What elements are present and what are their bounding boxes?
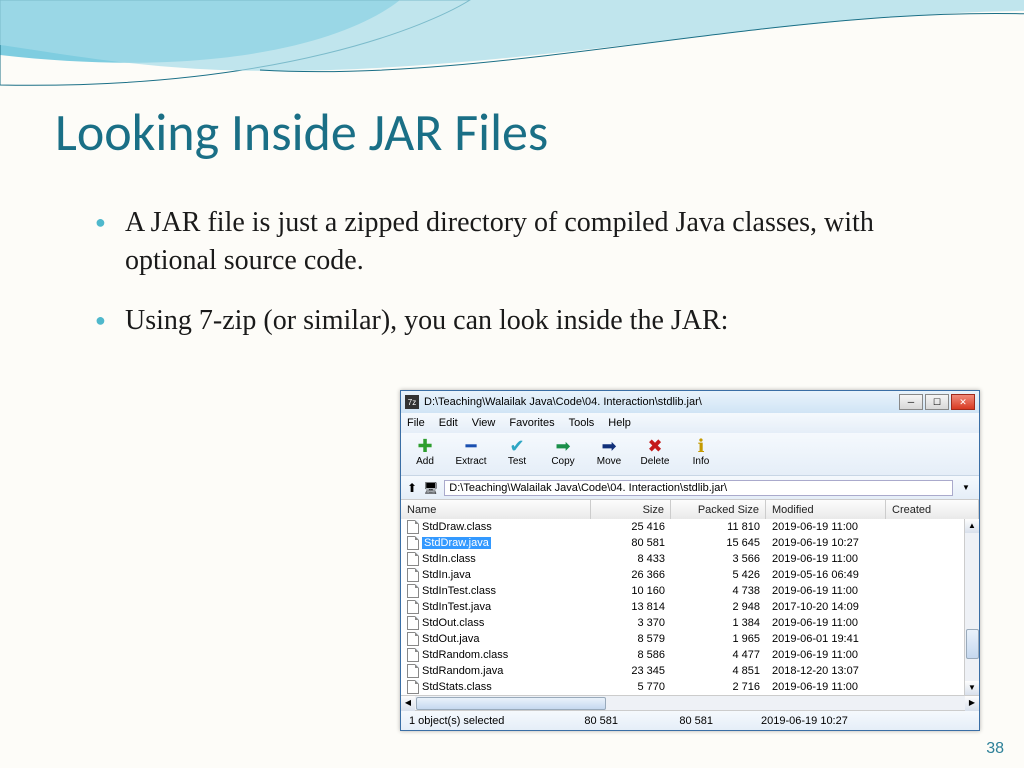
file-icon [407, 536, 419, 550]
file-icon [407, 584, 419, 598]
file-row[interactable]: StdInTest.java13 8142 9482017-10-20 14:0… [401, 599, 979, 615]
menu-file[interactable]: File [407, 417, 425, 429]
file-icon [407, 632, 419, 646]
file-icon [407, 616, 419, 630]
status-size2: 80 581 [626, 715, 721, 727]
minimize-button[interactable]: ─ [899, 394, 923, 410]
status-modified: 2019-06-19 10:27 [721, 715, 979, 727]
toolbar-move-button[interactable]: ➡Move [591, 436, 627, 467]
column-created[interactable]: Created [886, 500, 979, 519]
file-row[interactable]: StdIn.java26 3665 4262019-05-16 06:49 [401, 567, 979, 583]
menu-view[interactable]: View [472, 417, 496, 429]
page-number: 38 [986, 740, 1004, 758]
sevenzip-window: 7z D:\Teaching\Walailak Java\Code\04. In… [400, 390, 980, 731]
status-selected: 1 object(s) selected [401, 715, 531, 727]
file-row[interactable]: StdStats.class5 7702 7162019-06-19 11:00 [401, 679, 979, 695]
slide-title: Looking Inside JAR Files [55, 100, 969, 164]
file-row[interactable]: StdDraw.class25 41611 8102019-06-19 11:0… [401, 519, 979, 535]
file-list: StdDraw.class25 41611 8102019-06-19 11:0… [401, 519, 979, 695]
scroll-down-icon[interactable]: ▼ [965, 681, 979, 695]
column-packed[interactable]: Packed Size [671, 500, 766, 519]
file-row[interactable]: StdOut.class3 3701 3842019-06-19 11:00 [401, 615, 979, 631]
bullet-item: A JAR file is just a zipped directory of… [95, 204, 969, 280]
file-icon [407, 680, 419, 694]
vertical-scrollbar[interactable]: ▲ ▼ [964, 519, 979, 695]
file-row[interactable]: StdInTest.class10 1604 7382019-06-19 11:… [401, 583, 979, 599]
app-icon: 7z [405, 395, 419, 409]
maximize-button[interactable]: ☐ [925, 394, 949, 410]
file-icon [407, 648, 419, 662]
menu-help[interactable]: Help [608, 417, 631, 429]
toolbar-delete-button[interactable]: ✖Delete [637, 436, 673, 467]
menu-tools[interactable]: Tools [569, 417, 595, 429]
file-row[interactable]: StdRandom.class8 5864 4772019-06-19 11:0… [401, 647, 979, 663]
column-modified[interactable]: Modified [766, 500, 886, 519]
toolbar-extract-button[interactable]: ━Extract [453, 436, 489, 467]
scroll-left-icon[interactable]: ◀ [401, 696, 415, 711]
file-row[interactable]: StdOut.java8 5791 9652019-06-01 19:41 [401, 631, 979, 647]
toolbar-add-button[interactable]: ✚Add [407, 436, 443, 467]
toolbar: ✚Add ━Extract ✔Test ➡Copy ➡Move ✖Delete ℹInfo [401, 433, 979, 475]
menu-edit[interactable]: Edit [439, 417, 458, 429]
hscroll-thumb[interactable] [416, 697, 606, 710]
menu-favorites[interactable]: Favorites [509, 417, 554, 429]
file-row[interactable]: StdDraw.java80 58115 6452019-06-19 10:27 [401, 535, 979, 551]
close-button[interactable]: ✕ [951, 394, 975, 410]
path-bar: ⬆ 🖥 ▼ [401, 475, 979, 499]
file-icon [407, 664, 419, 678]
file-icon [407, 520, 419, 534]
file-icon [407, 600, 419, 614]
file-icon [407, 568, 419, 582]
file-row[interactable]: StdRandom.java23 3454 8512018-12-20 13:0… [401, 663, 979, 679]
toolbar-info-button[interactable]: ℹInfo [683, 436, 719, 467]
scroll-thumb[interactable] [966, 629, 979, 659]
file-icon [407, 552, 419, 566]
computer-icon[interactable]: 🖥 [423, 481, 438, 495]
column-size[interactable]: Size [591, 500, 671, 519]
horizontal-scrollbar[interactable]: ◀ ▶ [401, 695, 979, 710]
bullet-list: A JAR file is just a zipped directory of… [55, 204, 969, 339]
window-title-text: D:\Teaching\Walailak Java\Code\04. Inter… [424, 396, 899, 408]
status-size1: 80 581 [531, 715, 626, 727]
file-row[interactable]: StdIn.class8 4333 5662019-06-19 11:00 [401, 551, 979, 567]
bullet-item: Using 7-zip (or similar), you can look i… [95, 302, 969, 340]
column-name[interactable]: Name [401, 500, 591, 519]
toolbar-test-button[interactable]: ✔Test [499, 436, 535, 467]
path-input[interactable] [444, 480, 953, 496]
column-header-row: Name Size Packed Size Modified Created [401, 499, 979, 519]
path-dropdown-icon[interactable]: ▼ [959, 483, 973, 492]
scroll-up-icon[interactable]: ▲ [965, 519, 979, 533]
menu-bar: File Edit View Favorites Tools Help [401, 413, 979, 433]
toolbar-copy-button[interactable]: ➡Copy [545, 436, 581, 467]
window-titlebar: 7z D:\Teaching\Walailak Java\Code\04. In… [401, 391, 979, 413]
scroll-right-icon[interactable]: ▶ [965, 696, 979, 711]
up-folder-icon[interactable]: ⬆ [407, 481, 417, 495]
status-bar: 1 object(s) selected 80 581 80 581 2019-… [401, 710, 979, 730]
